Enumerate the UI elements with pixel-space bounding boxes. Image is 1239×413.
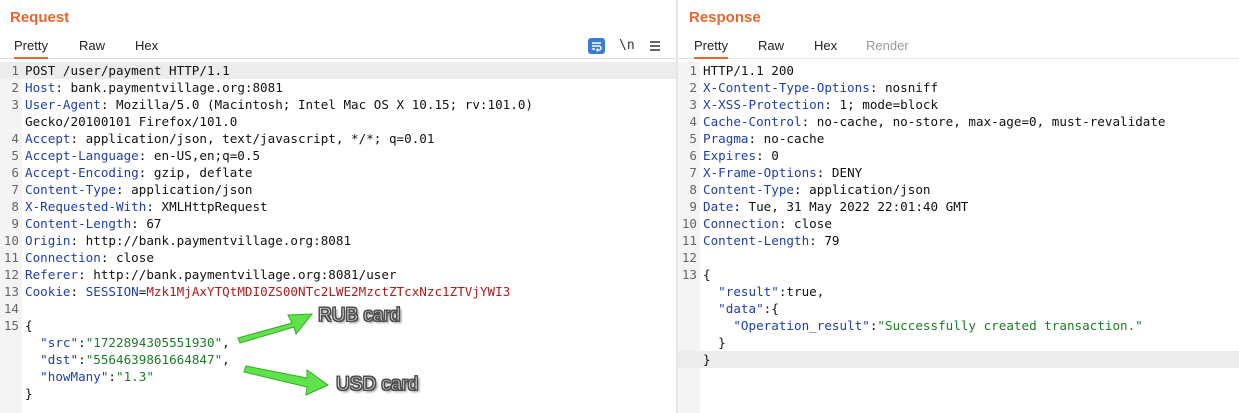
response-tab-pretty[interactable]: Pretty xyxy=(694,38,728,59)
line-content: "data":{ xyxy=(703,300,779,317)
code-token: "data" xyxy=(718,301,764,316)
response-tab-render[interactable]: Render xyxy=(866,38,909,53)
code-token: Connection xyxy=(703,216,779,231)
code-token: X-Content-Type-Options xyxy=(703,80,870,95)
line-number: 2 xyxy=(689,80,697,95)
code-token: :true, xyxy=(778,284,825,299)
line-number: 8 xyxy=(689,182,697,197)
code-token: } xyxy=(703,335,726,350)
line-content: Connection: close xyxy=(703,215,832,232)
code-line[interactable]: 7 X-Frame-Options: DENY xyxy=(678,164,1239,181)
code-token: : 79 xyxy=(809,233,840,248)
code-line[interactable]: 8 Content-Type: application/json xyxy=(678,181,1239,198)
code-token: : DENY xyxy=(816,165,863,180)
line-content: Date: Tue, 31 May 2022 22:01:40 GMT xyxy=(703,198,968,215)
response-tab-hex[interactable]: Hex xyxy=(814,38,837,53)
green-arrow-icon xyxy=(237,313,314,344)
code-token: Content-Length xyxy=(703,233,810,248)
code-line[interactable]: 4 Cache-Control: no-cache, no-store, max-… xyxy=(678,113,1239,130)
code-line[interactable]: "Operation_result":"Successfully created… xyxy=(678,317,1239,334)
code-token: "result" xyxy=(718,284,779,299)
line-content: Content-Type: application/json xyxy=(703,181,930,198)
line-number: 5 xyxy=(689,131,697,146)
usd-card-annotation: USD card xyxy=(335,374,419,396)
green-arrow-icon xyxy=(243,365,329,396)
code-token: : no-cache, no-store, max-age=0, must-re… xyxy=(801,114,1166,129)
code-line[interactable]: 9 Date: Tue, 31 May 2022 22:01:40 GMT xyxy=(678,198,1239,215)
code-token: : Tue, 31 May 2022 22:01:40 GMT xyxy=(733,199,969,214)
line-content: X-Content-Type-Options: nosniff xyxy=(703,79,938,96)
line-content: { xyxy=(703,266,711,283)
code-line[interactable]: 2 X-Content-Type-Options: nosniff xyxy=(678,79,1239,96)
line-content: "result":true, xyxy=(703,283,824,300)
response-editor[interactable]: 1 HTTP/1.1 200 2 X-Content-Type-Options: no… xyxy=(678,62,1239,413)
line-number: 3 xyxy=(689,97,697,112)
line-number: 12 xyxy=(681,250,697,265)
code-line[interactable]: 3 X-XSS-Protection: 1; mode=block xyxy=(678,96,1239,113)
code-line[interactable]: } xyxy=(678,334,1239,351)
line-content: } xyxy=(703,351,711,368)
code-token: Expires xyxy=(703,148,757,163)
code-token: Date xyxy=(703,199,734,214)
code-line[interactable]: 6 Expires: 0 xyxy=(678,147,1239,164)
response-tabs: Pretty Raw Hex Render xyxy=(678,34,1239,59)
code-token: { xyxy=(703,267,711,282)
code-token: : application/json xyxy=(794,182,931,197)
code-token: "Operation_result" xyxy=(733,318,870,333)
code-token: : 0 xyxy=(756,148,779,163)
line-number: 13 xyxy=(681,267,697,282)
code-line[interactable]: 12 xyxy=(678,249,1239,266)
line-content: } xyxy=(703,334,726,351)
response-panel: Response Pretty Raw Hex Render 1 HTTP/1.1… xyxy=(678,0,1239,413)
code-token: : nosniff xyxy=(869,80,939,95)
line-content: "Operation_result":"Successfully created… xyxy=(703,317,1143,334)
code-token: Content-Type xyxy=(703,182,794,197)
line-content: Expires: 0 xyxy=(703,147,779,164)
rub-card-annotation: RUB card xyxy=(317,305,401,327)
code-token: Cache-Control xyxy=(703,114,802,129)
code-line[interactable]: 5 Pragma: no-cache xyxy=(678,130,1239,147)
code-token: : no-cache xyxy=(748,131,825,146)
line-number: 11 xyxy=(681,233,697,248)
code-token: : close xyxy=(778,216,832,231)
code-token: X-XSS-Protection xyxy=(703,97,825,112)
code-line[interactable]: 1 HTTP/1.1 200 xyxy=(678,62,1239,79)
code-token: Pragma xyxy=(703,131,749,146)
line-content: Pragma: no-cache xyxy=(703,130,824,147)
code-line[interactable]: 11 Content-Length: 79 xyxy=(678,232,1239,249)
line-number: 6 xyxy=(689,148,697,163)
code-token: :{ xyxy=(763,301,779,316)
line-number: 9 xyxy=(689,199,697,214)
line-number: 4 xyxy=(689,114,697,129)
line-content: HTTP/1.1 200 xyxy=(703,62,794,79)
line-number: 10 xyxy=(681,216,697,231)
line-content: X-XSS-Protection: 1; mode=block xyxy=(703,96,938,113)
line-content: Content-Length: 79 xyxy=(703,232,840,249)
line-number: 1 xyxy=(689,63,697,78)
code-token: HTTP/1.1 200 xyxy=(703,63,794,78)
code-token: X-Frame-Options xyxy=(703,165,817,180)
annotation-arrows xyxy=(237,313,329,396)
line-content: Cache-Control: no-cache, no-store, max-a… xyxy=(703,113,1166,130)
code-line[interactable]: 13 { xyxy=(678,266,1239,283)
line-number: 7 xyxy=(689,165,697,180)
code-token: } xyxy=(703,352,711,367)
response-title: Response xyxy=(689,9,761,26)
code-token: : 1; mode=block xyxy=(824,97,939,112)
response-tab-raw[interactable]: Raw xyxy=(758,38,784,53)
code-line[interactable]: "data":{ xyxy=(678,300,1239,317)
code-line[interactable]: 10 Connection: close xyxy=(678,215,1239,232)
code-token: "Successfully created transaction." xyxy=(877,318,1143,333)
line-content: X-Frame-Options: DENY xyxy=(703,164,862,181)
code-line[interactable]: } xyxy=(678,351,1239,368)
code-line[interactable]: "result":true, xyxy=(678,283,1239,300)
